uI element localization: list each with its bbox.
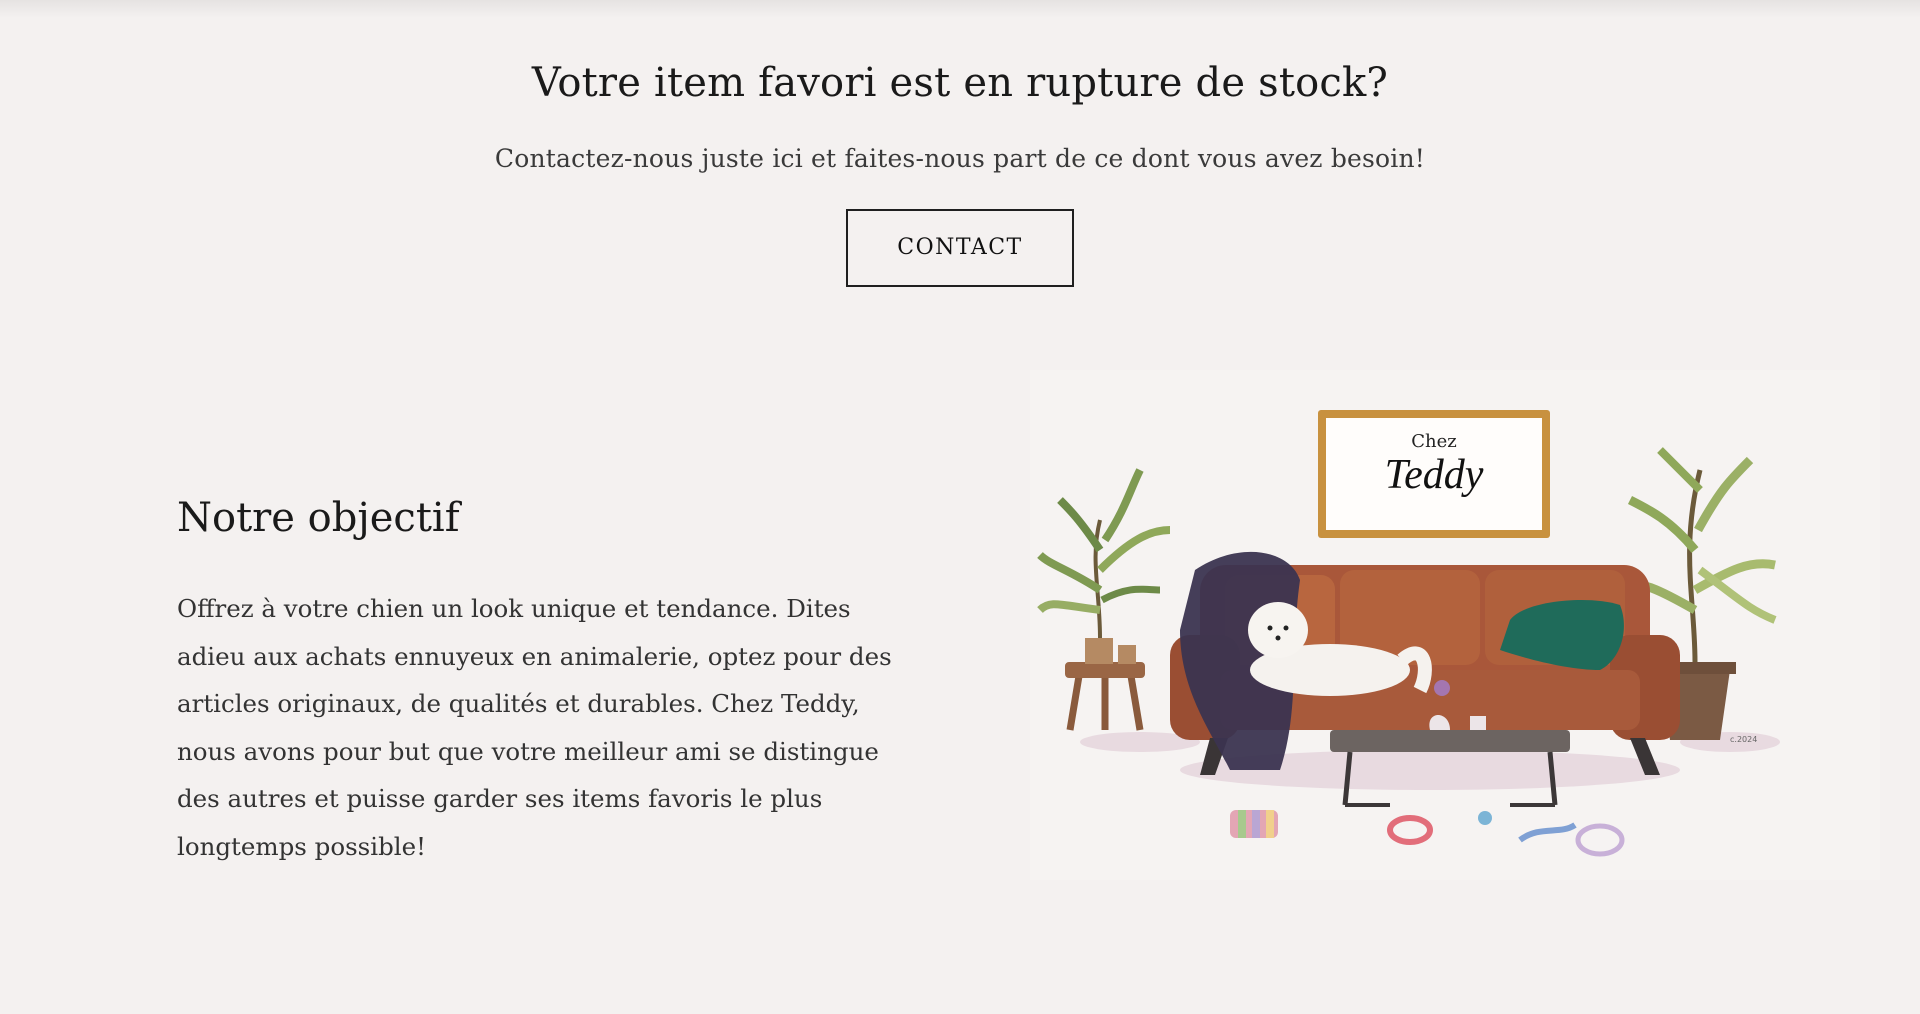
out-of-stock-section: Votre item favori est en rupture de stoc…	[0, 60, 1920, 287]
sign-teddy-text: Teddy	[1385, 452, 1484, 498]
objective-section: Notre objectif Offrez à votre chien un l…	[177, 495, 917, 870]
living-room-illustration: Chez Teddy c.2024	[1030, 370, 1880, 880]
chez-teddy-sign: Chez Teddy	[1318, 410, 1550, 538]
left-plant	[1037, 468, 1171, 731]
page: Votre item favori est en rupture de stoc…	[0, 0, 1920, 1014]
illustration-svg: Chez Teddy c.2024	[1037, 410, 1780, 857]
objective-body: Offrez à votre chien un look unique et t…	[177, 594, 892, 861]
svg-text:c.2024: c.2024	[1730, 735, 1757, 744]
sign-chez-text: Chez	[1411, 431, 1457, 452]
out-of-stock-title: Votre item favori est en rupture de stoc…	[531, 60, 1389, 106]
objective-title: Notre objectif	[177, 495, 460, 541]
out-of-stock-subtitle: Contactez-nous juste ici et faites-nous …	[494, 144, 1426, 173]
header-shadow	[0, 0, 1920, 18]
contact-button[interactable]: CONTACT	[846, 209, 1074, 287]
floor-toys	[1230, 810, 1625, 857]
